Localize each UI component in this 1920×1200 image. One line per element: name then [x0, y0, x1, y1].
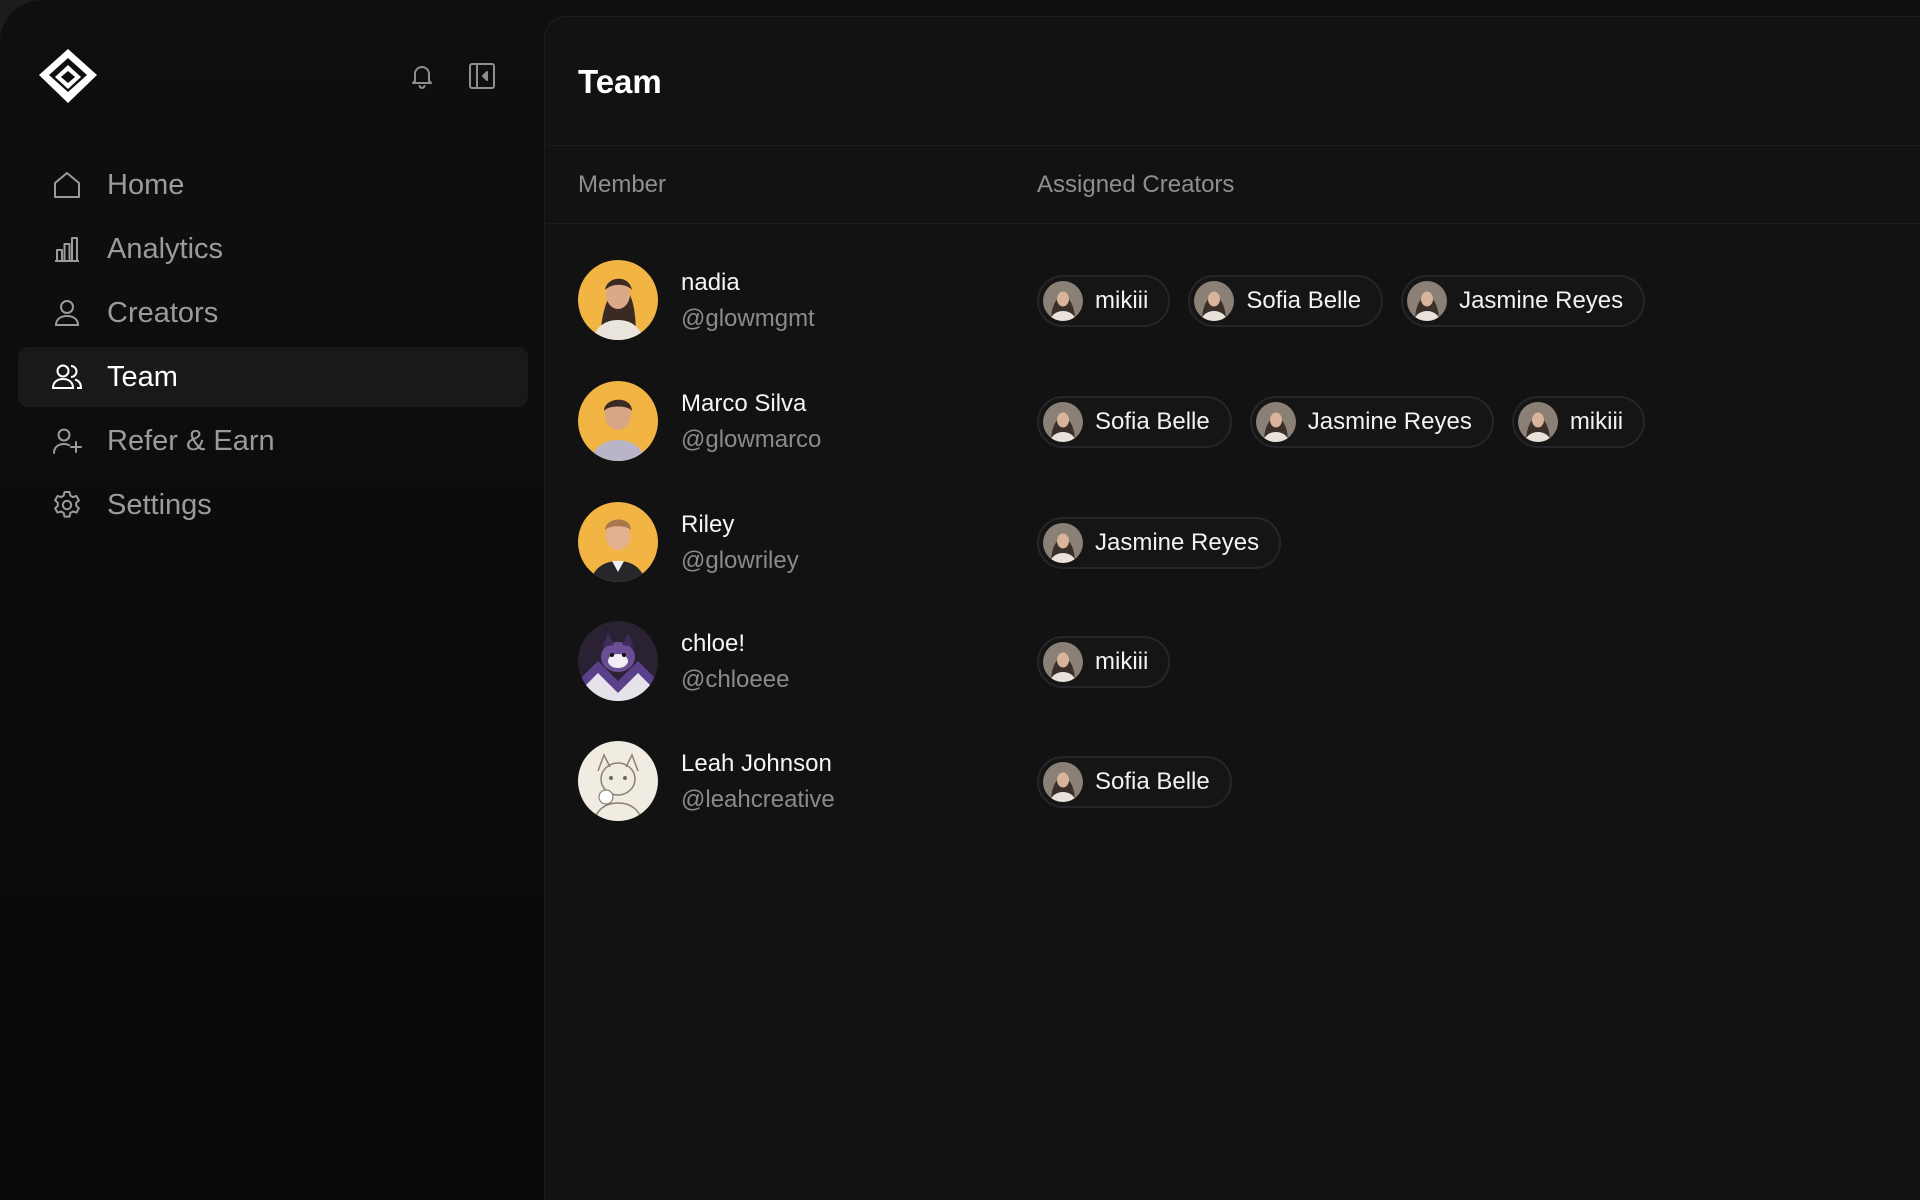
creator-chip[interactable]: mikiii [1037, 636, 1171, 688]
creator-avatar [1407, 281, 1448, 321]
column-header-assigned-creators: Assigned Creators [1037, 171, 1235, 198]
divider [545, 223, 1920, 224]
creator-avatar [1043, 281, 1083, 321]
creator-avatar [1255, 402, 1296, 442]
table-row[interactable]: chloe! @chloeee mikiii [545, 621, 1920, 741]
member-handle: @leahcreative [681, 786, 835, 813]
assigned-creators-list: Jasmine Reyes [1037, 517, 1299, 569]
bell-icon[interactable] [407, 61, 437, 91]
users-icon [51, 361, 83, 393]
creator-chip[interactable]: Sofia Belle [1188, 275, 1384, 327]
avatar [578, 741, 658, 821]
member-handle: @chloeee [681, 666, 790, 693]
creator-avatar [1194, 281, 1235, 321]
creator-avatar [1043, 642, 1083, 682]
creator-name: mikiii [1569, 408, 1624, 435]
column-header-member: Member [578, 171, 667, 198]
page-title: Team [578, 63, 662, 100]
creator-chip[interactable]: Jasmine Reyes [1401, 275, 1646, 327]
creator-chip[interactable]: mikiii [1511, 396, 1646, 448]
sidebar-item-label: Analytics [107, 232, 224, 265]
app-window: Home Analytics Creators Team Refer & Ear… [0, 0, 1920, 1200]
creator-chip[interactable]: Jasmine Reyes [1037, 517, 1282, 569]
team-panel: Team Member Assigned Creators nadia @glo… [544, 16, 1920, 1200]
creator-name: Jasmine Reyes [1307, 408, 1472, 435]
sidebar-item-label: Settings [107, 488, 212, 521]
sidebar-nav: Home Analytics Creators Team Refer & Ear… [18, 155, 528, 539]
avatar [578, 502, 658, 582]
assigned-creators-list: Sofia Belle Jasmine Reyes mikiii [1037, 396, 1663, 448]
sidebar-item-refer-earn[interactable]: Refer & Earn [18, 411, 528, 471]
avatar [578, 621, 658, 701]
creator-chip[interactable]: mikiii [1037, 275, 1171, 327]
creator-chip[interactable]: Sofia Belle [1037, 396, 1232, 448]
table-row[interactable]: Leah Johnson @leahcreative Sofia Belle [545, 741, 1920, 861]
creator-name: Jasmine Reyes [1459, 287, 1624, 314]
divider [545, 145, 1920, 146]
sidebar-item-label: Team [107, 360, 178, 393]
creator-name: Sofia Belle [1246, 287, 1362, 314]
creator-chip[interactable]: Sofia Belle [1037, 756, 1232, 808]
bar-chart-icon [51, 233, 83, 265]
creator-name: mikiii [1095, 648, 1149, 675]
gear-icon [51, 489, 83, 521]
sidebar-item-team[interactable]: Team [18, 347, 528, 407]
avatar [578, 260, 658, 340]
creator-chip[interactable]: Jasmine Reyes [1249, 396, 1494, 448]
avatar [578, 381, 658, 461]
member-name: nadia [681, 269, 740, 296]
assigned-creators-list: Sofia Belle [1037, 756, 1250, 808]
creator-avatar [1043, 523, 1083, 563]
member-handle: @glowmgmt [681, 305, 815, 332]
creator-avatar [1043, 402, 1083, 442]
member-name: Marco Silva [681, 390, 807, 417]
creator-name: Sofia Belle [1095, 768, 1210, 795]
sidebar-item-label: Creators [107, 296, 219, 329]
creator-avatar [1043, 762, 1083, 802]
user-icon [51, 297, 83, 329]
assigned-creators-list: mikiii Sofia Belle Jasmine Reyes [1037, 275, 1663, 327]
creator-name: Jasmine Reyes [1095, 529, 1260, 556]
diamond-logo-icon[interactable] [37, 47, 99, 105]
creator-name: mikiii [1095, 287, 1149, 314]
table-row[interactable]: Marco Silva @glowmarco Sofia Belle Jasmi… [545, 381, 1920, 501]
sidebar-collapse-icon[interactable] [467, 61, 497, 91]
sidebar-item-settings[interactable]: Settings [18, 475, 528, 535]
user-plus-icon [51, 425, 83, 457]
creator-name: Sofia Belle [1095, 408, 1210, 435]
creator-avatar [1517, 402, 1558, 442]
sidebar: Home Analytics Creators Team Refer & Ear… [0, 0, 544, 1200]
sidebar-item-home[interactable]: Home [18, 155, 528, 215]
member-handle: @glowriley [681, 547, 799, 574]
assigned-creators-list: mikiii [1037, 636, 1188, 688]
sidebar-item-creators[interactable]: Creators [18, 283, 528, 343]
table-row[interactable]: Riley @glowriley Jasmine Reyes [545, 502, 1920, 622]
sidebar-item-label: Refer & Earn [107, 424, 275, 457]
member-handle: @glowmarco [681, 426, 822, 453]
sidebar-item-analytics[interactable]: Analytics [18, 219, 528, 279]
table-row[interactable]: nadia @glowmgmt mikiii Sofia Belle Jasmi… [545, 260, 1920, 380]
member-name: Leah Johnson [681, 750, 832, 777]
member-name: Riley [681, 511, 735, 538]
home-icon [51, 169, 83, 201]
member-name: chloe! [681, 630, 746, 657]
sidebar-item-label: Home [107, 168, 185, 201]
